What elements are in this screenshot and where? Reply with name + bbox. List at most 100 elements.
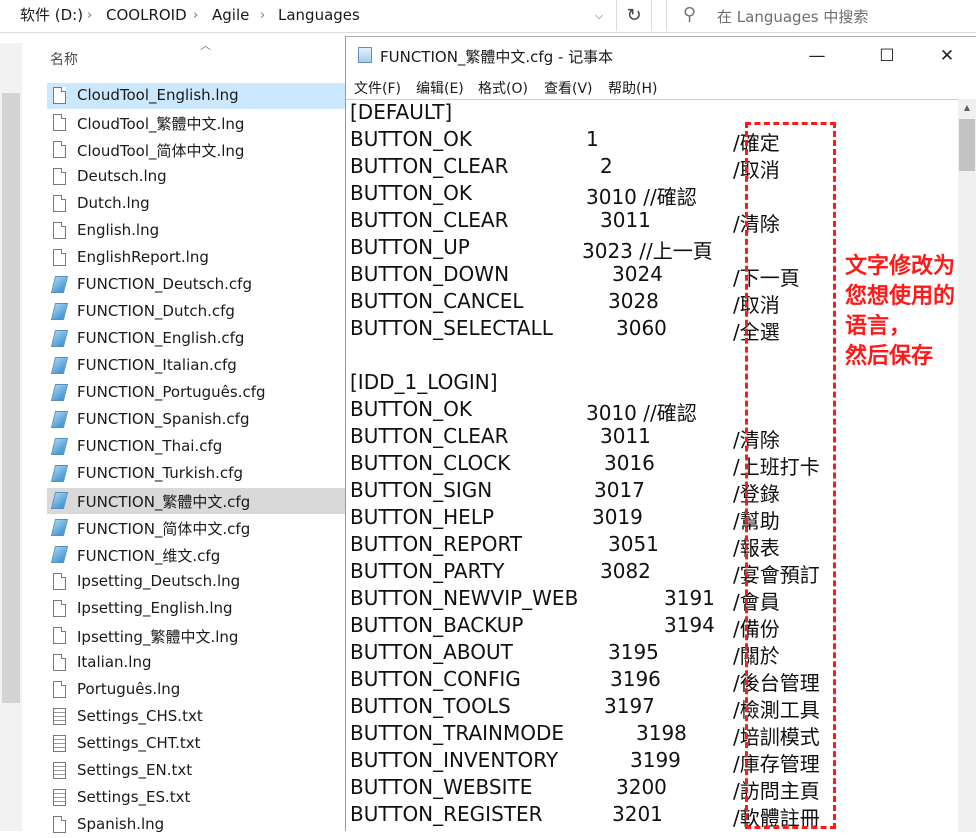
config-key: BUTTON_OK (350, 181, 473, 205)
close-button[interactable]: ✕ (924, 37, 970, 75)
file-row[interactable]: FUNCTION_Deutsch.cfg (47, 272, 346, 298)
file-name: FUNCTION_简体中文.cfg (77, 520, 251, 538)
scroll-up-icon[interactable]: ▲ (958, 99, 976, 116)
file-row[interactable]: FUNCTION_简体中文.cfg (47, 515, 346, 541)
breadcrumb-separator-icon[interactable]: › (260, 0, 265, 31)
config-key: BUTTON_TOOLS (350, 694, 511, 718)
menu-format[interactable]: 格式(O) (478, 78, 528, 98)
config-value: 3023 //上一頁 (582, 239, 713, 263)
file-row[interactable]: FUNCTION_Turkish.cfg (47, 461, 346, 487)
file-name: English.lng (77, 221, 160, 239)
refresh-button[interactable]: ↻ (616, 0, 652, 31)
file-name: Dutch.lng (77, 194, 150, 212)
file-row[interactable]: FUNCTION_Spanish.cfg (47, 407, 346, 433)
file-row[interactable]: FUNCTION_Thai.cfg (47, 434, 346, 460)
file-row[interactable]: CloudTool_English.lng (47, 83, 346, 109)
config-key: BUTTON_ABOUT (350, 640, 513, 664)
text-editor[interactable]: [DEFAULT] BUTTON_OK 1/確定 BUTTON_CLEAR 2/取消 BU… (346, 99, 958, 833)
breadcrumb-item[interactable]: COOLROID (106, 0, 187, 31)
search-box[interactable]: ⚲ 在 Languages 中搜索 (666, 0, 976, 31)
file-row[interactable]: English.lng (47, 218, 346, 244)
file-row[interactable]: Spanish.lng (47, 812, 346, 838)
breadcrumb-item[interactable]: 软件 (D:) (20, 0, 83, 31)
file-icon (53, 681, 66, 698)
config-key: BUTTON_CLEAR (350, 424, 509, 448)
file-name: CloudTool_English.lng (77, 86, 239, 104)
config-value: 3051 (608, 532, 659, 556)
config-file-icon (50, 519, 69, 536)
file-row[interactable]: CloudTool_简体中文.lng (47, 137, 346, 163)
breadcrumb-separator-icon[interactable]: › (193, 0, 198, 31)
file-row[interactable]: Ipsetting_繁體中文.lng (47, 623, 346, 649)
address-dropdown-icon[interactable]: ⌵ (588, 0, 610, 31)
config-key: BUTTON_INVENTORY (350, 748, 559, 772)
file-row[interactable]: Dutch.lng (47, 191, 346, 217)
config-key: BUTTON_SIGN (350, 478, 493, 502)
config-value: 3060 (616, 316, 667, 340)
config-key: BUTTON_SELECTALL (350, 316, 553, 340)
maximize-button[interactable]: ☐ (864, 37, 910, 75)
file-icon (53, 249, 66, 266)
file-name: CloudTool_简体中文.lng (77, 142, 245, 160)
file-row[interactable]: FUNCTION_Italian.cfg (47, 353, 346, 379)
scrollbar-thumb[interactable] (959, 119, 975, 171)
file-row[interactable]: FUNCTION_English.cfg (47, 326, 346, 352)
config-file-icon (50, 276, 69, 293)
file-icon (53, 141, 66, 158)
text-file-icon (53, 708, 66, 725)
file-row[interactable]: EnglishReport.lng (47, 245, 346, 271)
file-row[interactable]: Settings_ES.txt (47, 785, 346, 811)
file-row[interactable]: Italian.lng (47, 650, 346, 676)
file-icon (53, 654, 66, 671)
config-file-icon (50, 546, 69, 563)
file-row[interactable]: Settings_CHS.txt (47, 704, 346, 730)
scrollbar-thumb[interactable] (2, 93, 20, 703)
menu-help[interactable]: 帮助(H) (608, 78, 657, 98)
file-row[interactable]: FUNCTION_繁體中文.cfg (47, 488, 346, 514)
file-row[interactable]: FUNCTION_Dutch.cfg (47, 299, 346, 325)
column-header-name[interactable]: 名称 (50, 49, 78, 69)
config-value: 2 (600, 154, 613, 178)
file-row[interactable]: FUNCTION_维文.cfg (47, 542, 346, 568)
file-name: FUNCTION_English.cfg (77, 329, 245, 347)
file-name: Deutsch.lng (77, 167, 167, 185)
file-icon (53, 627, 66, 644)
minimize-button[interactable]: — (794, 37, 840, 75)
config-file-icon (50, 303, 69, 320)
nav-pane-scrollbar[interactable] (0, 43, 22, 831)
vertical-scrollbar[interactable]: ▲ (958, 99, 976, 832)
config-value: 3191 (664, 586, 715, 610)
file-row[interactable]: Português.lng (47, 677, 346, 703)
config-key: BUTTON_CANCEL (350, 289, 524, 313)
file-row[interactable]: Ipsetting_Deutsch.lng (47, 569, 346, 595)
file-row[interactable]: Ipsetting_English.lng (47, 596, 346, 622)
file-row[interactable]: Settings_EN.txt (47, 758, 346, 784)
config-file-icon (50, 465, 69, 482)
file-name: FUNCTION_Dutch.cfg (77, 302, 235, 320)
breadcrumb-item[interactable]: Languages (278, 0, 360, 31)
config-value: 3197 (604, 694, 655, 718)
search-placeholder: 在 Languages 中搜索 (717, 8, 869, 26)
config-value: 3198 (636, 721, 687, 745)
file-name: Spanish.lng (77, 815, 165, 833)
config-value: 3016 (604, 451, 655, 475)
file-row[interactable]: CloudTool_繁體中文.lng (47, 110, 346, 136)
config-value: 3028 (608, 289, 659, 313)
breadcrumb-item[interactable]: Agile (212, 0, 249, 31)
file-row[interactable]: Settings_CHT.txt (47, 731, 346, 757)
config-value: 3010 //確認 (586, 401, 697, 425)
menu-view[interactable]: 查看(V) (544, 78, 593, 98)
config-key: BUTTON_CONFIG (350, 667, 521, 691)
file-row[interactable]: FUNCTION_Português.cfg (47, 380, 346, 406)
config-value: 3011 (600, 424, 651, 448)
config-value: 3196 (610, 667, 661, 691)
file-name: EnglishReport.lng (77, 248, 209, 266)
file-name: FUNCTION_Thai.cfg (77, 437, 223, 455)
menu-edit[interactable]: 编辑(E) (416, 78, 464, 98)
config-key: BUTTON_CLEAR (350, 208, 509, 232)
notepad-icon (358, 47, 372, 63)
file-row[interactable]: Deutsch.lng (47, 164, 346, 190)
breadcrumb-separator-icon[interactable]: › (87, 0, 92, 31)
menu-file[interactable]: 文件(F) (354, 78, 401, 98)
config-value: 3011 (600, 208, 651, 232)
